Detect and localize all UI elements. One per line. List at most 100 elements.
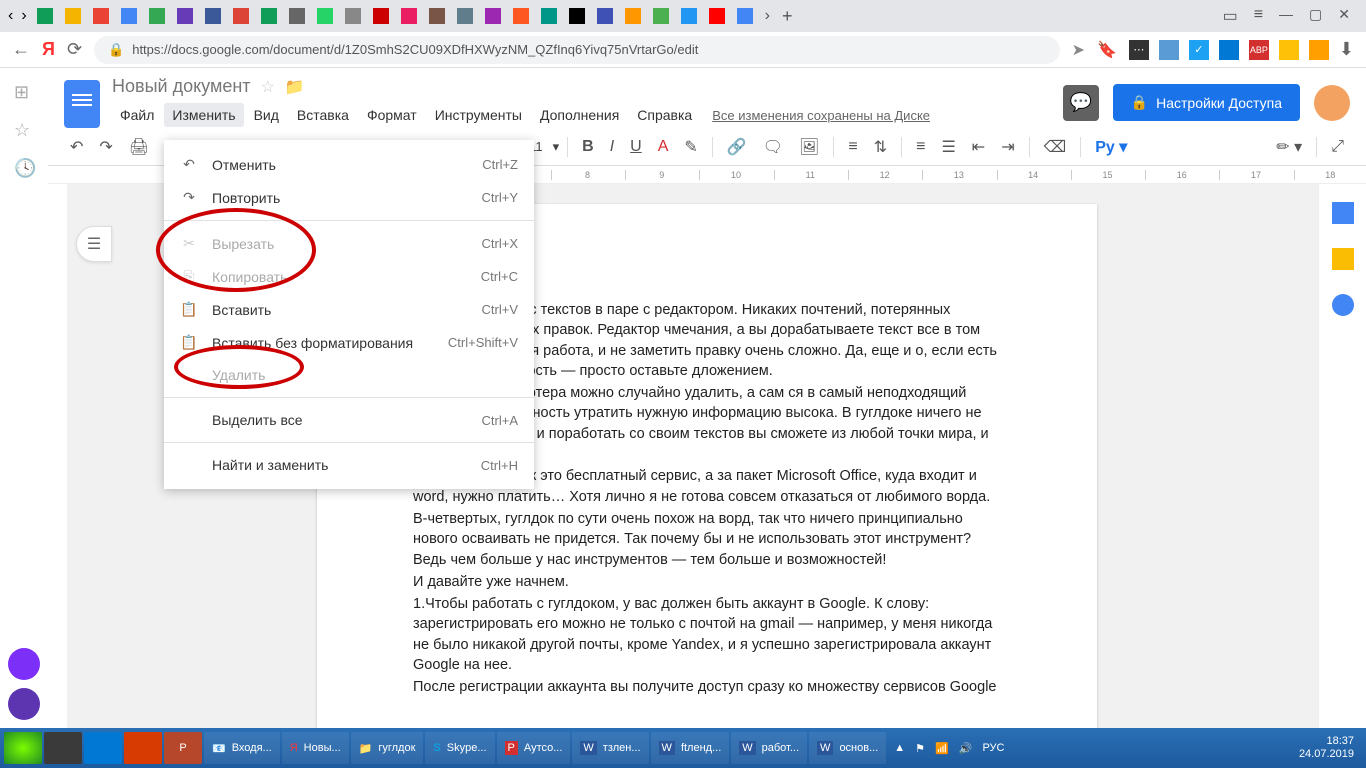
tab-icon[interactable] [681,8,697,24]
menu-paste[interactable]: 📋 Вставить Ctrl+V [164,293,534,326]
bullet-list-icon[interactable]: ☰ [935,133,961,161]
tab-icon[interactable] [541,8,557,24]
star-icon[interactable]: ☆ [261,77,275,97]
expand-icon[interactable]: ⤢ [1325,134,1350,160]
adblock-icon[interactable]: ABP [1249,40,1269,60]
powerpoint-icon[interactable]: P [164,732,202,764]
tab-icon[interactable] [709,8,725,24]
underline-icon[interactable]: U [624,134,648,160]
taskbar-app[interactable]: Wработ... [731,732,807,764]
menu-tools[interactable]: Инструменты [427,103,530,127]
doc-paragraph[interactable]: В-четвертых, гуглдок по сути очень похож… [413,509,1001,570]
outline-toggle-icon[interactable]: ☰ [76,226,112,262]
menu-paste-plain[interactable]: 📋 Вставить без форматирования Ctrl+Shift… [164,326,534,359]
tab-scroll-right-icon[interactable]: › [21,7,26,25]
share-button[interactable]: 🔒 Настройки Доступа [1113,84,1300,121]
nav-back-icon[interactable]: ← [12,39,30,60]
tab-scroll-left-icon[interactable]: ‹ [8,7,13,25]
tab-icon[interactable] [65,8,81,24]
menu-copy[interactable]: ⎘ Копировать Ctrl+C [164,260,534,293]
italic-icon[interactable]: I [604,134,620,160]
image-icon[interactable]: 🖼 [793,133,825,161]
taskbar-app[interactable]: Wоснов... [809,732,886,764]
keep-icon[interactable] [1332,248,1354,270]
folder-icon[interactable]: 📁 [285,77,305,97]
redo-icon[interactable]: ↷ [93,133,118,161]
tab-icon[interactable] [93,8,109,24]
panel-icon[interactable]: ▭ [1223,6,1238,26]
tab-icon[interactable] [233,8,249,24]
user-avatar[interactable] [1314,85,1350,121]
reload-icon[interactable]: ⟳ [67,39,82,60]
menu-icon[interactable]: ≡ [1254,6,1263,26]
doc-paragraph[interactable]: После регистрации аккаунта вы получите д… [413,677,1001,697]
comment-icon[interactable]: 🗨 [757,133,789,161]
apps-icon[interactable]: ⊞ [14,82,34,102]
doc-paragraph[interactable]: 1.Чтобы работать с гуглдоком, у вас долж… [413,594,1001,675]
taskbar-app[interactable] [44,732,82,764]
new-tab-icon[interactable]: + [782,6,793,27]
ext-icon[interactable]: ✓ [1189,40,1209,60]
taskbar-app[interactable]: 📧Входя... [204,732,280,764]
bookmark-icon[interactable]: 🔖 [1097,40,1117,60]
ext-icon[interactable]: ⋯ [1129,40,1149,60]
tab-icon[interactable] [205,8,221,24]
tray-volume-icon[interactable]: 🔊 [959,742,973,755]
tab-icon[interactable] [373,8,389,24]
comments-icon[interactable]: 💬 [1063,85,1099,121]
menu-select-all[interactable]: Выделить все Ctrl+A [164,404,534,436]
clear-format-icon[interactable]: ⌫ [1038,133,1073,161]
tab-icon[interactable] [289,8,305,24]
tab-icon[interactable] [149,8,165,24]
menu-file[interactable]: Файл [112,103,162,127]
tab-icon[interactable] [37,8,53,24]
align-icon[interactable]: ≡ [842,134,863,160]
close-icon[interactable]: ✕ [1338,6,1350,26]
taskbar-app[interactable]: ЯНовы... [282,732,349,764]
alice-voice-icon[interactable] [8,688,40,720]
indent-less-icon[interactable]: ⇤ [966,133,991,161]
tab-icon[interactable] [513,8,529,24]
menu-insert[interactable]: Вставка [289,103,357,127]
menu-undo[interactable]: ↶ Отменить Ctrl+Z [164,148,534,181]
line-spacing-icon[interactable]: ⇅ [868,133,893,161]
menu-redo[interactable]: ↷ Повторить Ctrl+Y [164,181,534,214]
document-title[interactable]: Новый документ [112,76,251,97]
tab-icon[interactable] [485,8,501,24]
favorites-icon[interactable]: ☆ [14,120,34,140]
alice-assistant-icon[interactable] [8,648,40,680]
taskbar-app[interactable] [84,732,122,764]
menu-format[interactable]: Формат [359,103,425,127]
menu-delete[interactable]: Удалить [164,359,534,391]
doc-paragraph[interactable]: И давайте уже начнем. [413,572,1001,592]
ext-icon[interactable] [1279,40,1299,60]
text-color-icon[interactable]: A [652,134,675,160]
highlight-icon[interactable]: ✎ [678,133,703,161]
numbered-list-icon[interactable]: ≡ [910,134,931,160]
url-input[interactable]: 🔒 https://docs.google.com/document/d/1Z0… [94,36,1060,64]
taskbar-app[interactable]: Wftленд... [651,732,730,764]
tab-icon[interactable] [569,8,585,24]
taskbar-clock[interactable]: 18:37 24.07.2019 [1299,735,1362,761]
undo-icon[interactable]: ↶ [64,133,89,161]
menu-cut[interactable]: ✂ Вырезать Ctrl+X [164,227,534,260]
download-icon[interactable]: ⬇ [1339,39,1354,60]
dropdown-icon[interactable]: ▾ [553,139,560,155]
menu-find-replace[interactable]: Найти и заменить Ctrl+H [164,449,534,481]
tab-scroll-right-icon[interactable]: › [765,7,770,25]
tray-up-icon[interactable]: ▲ [894,742,905,754]
ext-icon[interactable] [1159,40,1179,60]
menu-view[interactable]: Вид [246,103,287,127]
link-icon[interactable]: 🔗 [721,133,753,161]
menu-help[interactable]: Справка [629,103,700,127]
tab-icon[interactable] [401,8,417,24]
tab-icon[interactable] [345,8,361,24]
minimize-icon[interactable]: — [1279,6,1293,26]
tray-icon[interactable]: 📶 [935,742,949,755]
tab-icon[interactable] [317,8,333,24]
tray-lang[interactable]: РУС [982,742,1004,754]
tab-icon[interactable] [625,8,641,24]
maximize-icon[interactable]: ▢ [1309,6,1322,26]
saved-status-link[interactable]: Все изменения сохранены на Диске [712,108,930,123]
print-icon[interactable]: 🖨 [123,133,155,161]
